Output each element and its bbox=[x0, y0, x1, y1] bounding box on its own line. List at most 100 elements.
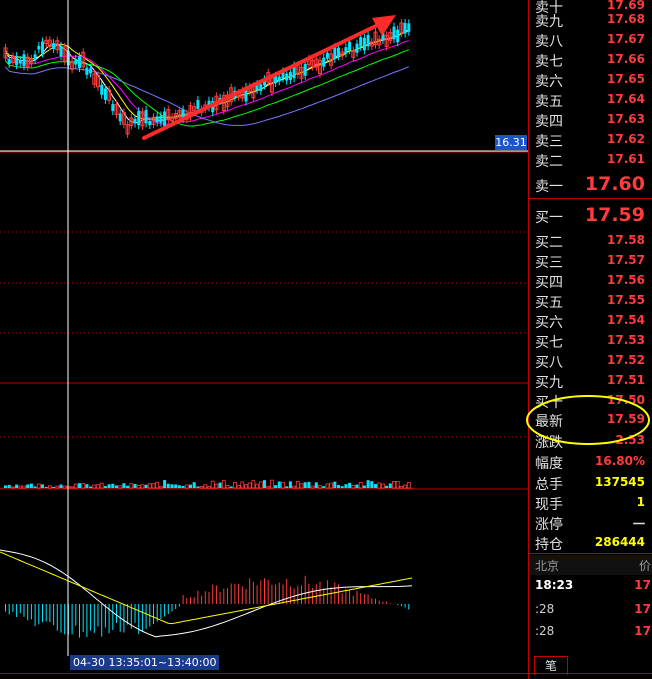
candle-body bbox=[144, 109, 148, 124]
candle-body bbox=[359, 37, 363, 47]
volume-bar bbox=[374, 484, 377, 488]
sell-row[interactable]: 卖二 17.61 bbox=[529, 150, 652, 170]
candle-body bbox=[100, 84, 104, 95]
stat-value: 286444 bbox=[594, 535, 645, 549]
buy-row[interactable]: 买七 17.53 bbox=[529, 331, 652, 351]
buy-row[interactable]: 买三 17.57 bbox=[529, 251, 652, 271]
buy-level-label: 买一 bbox=[535, 210, 563, 226]
volume-bar bbox=[399, 485, 404, 489]
candle-body bbox=[344, 47, 348, 54]
volume-bar bbox=[85, 484, 89, 488]
sell-row[interactable]: 卖八 17.67 bbox=[529, 30, 652, 50]
buy-row[interactable]: 买二 17.58 bbox=[529, 231, 652, 251]
buy-row[interactable]: 买九 17.51 bbox=[529, 371, 652, 391]
stat-change: 涨跌 2.53 bbox=[529, 431, 652, 451]
candle-body bbox=[133, 118, 137, 124]
sell-level-label: 卖八 bbox=[535, 34, 563, 50]
volume-bar bbox=[218, 482, 222, 488]
volume-bar bbox=[340, 486, 344, 488]
candle-body bbox=[22, 54, 26, 67]
candle-body bbox=[333, 47, 337, 59]
buy-row[interactable]: 买五 17.55 bbox=[529, 291, 652, 311]
crosshair-time-label: 04-30 13:35:01~13:40:00 bbox=[70, 655, 220, 670]
candle-body bbox=[7, 59, 11, 65]
candle-body bbox=[362, 37, 366, 51]
volume-bar bbox=[36, 483, 41, 489]
candle-body bbox=[52, 43, 56, 49]
candle-body bbox=[137, 111, 141, 126]
volume-bar bbox=[33, 486, 37, 488]
stat-label: 幅度 bbox=[535, 456, 563, 472]
volume-bar bbox=[199, 485, 204, 489]
kline-chart[interactable] bbox=[0, 0, 528, 679]
buy-row[interactable]: 买四 17.56 bbox=[529, 271, 652, 291]
volume-bar bbox=[15, 484, 19, 488]
volume-bar bbox=[295, 480, 300, 489]
candle-body bbox=[196, 99, 200, 109]
tick-row[interactable]: :28 17 bbox=[529, 622, 652, 642]
volume-bar bbox=[70, 486, 74, 489]
candle-body bbox=[337, 47, 340, 57]
stat-value: 1 bbox=[636, 495, 645, 509]
volume-bar bbox=[4, 485, 7, 488]
sell-row[interactable]: 卖九 17.68 bbox=[529, 10, 652, 30]
volume-bar bbox=[377, 482, 382, 489]
volume-bar bbox=[229, 486, 233, 488]
volume-bar bbox=[147, 483, 152, 489]
volume-bar bbox=[166, 483, 170, 488]
volume-bar bbox=[385, 485, 389, 488]
buy-row[interactable]: 买一 17.59 bbox=[529, 204, 652, 226]
volume-bar bbox=[103, 486, 107, 488]
buy-row[interactable]: 买十 17.50 bbox=[529, 391, 652, 411]
candle-body bbox=[355, 43, 359, 53]
sell-level-label: 卖二 bbox=[535, 154, 563, 170]
stat-latest: 最新 17.59 bbox=[529, 410, 652, 430]
volume-bar bbox=[322, 486, 326, 488]
sell-row[interactable]: 卖四 17.63 bbox=[529, 110, 652, 130]
tick-time: 18:23 bbox=[535, 578, 574, 592]
sell-row[interactable]: 卖三 17.62 bbox=[529, 130, 652, 150]
tick-row[interactable]: :28 17 bbox=[529, 600, 652, 620]
tick-price: 17 bbox=[634, 624, 651, 638]
volume-bar bbox=[318, 485, 322, 489]
volume-bar bbox=[59, 484, 63, 488]
volume-bar bbox=[126, 485, 130, 488]
candle-body bbox=[41, 41, 44, 54]
sell-row[interactable]: 卖一 17.60 bbox=[529, 173, 652, 195]
buy-level-price: 17.51 bbox=[607, 373, 645, 387]
candle-body bbox=[396, 29, 400, 43]
volume-bar bbox=[177, 485, 181, 488]
candle-body bbox=[259, 84, 263, 92]
candle-body bbox=[15, 56, 19, 66]
sell-row[interactable]: 卖六 17.65 bbox=[529, 70, 652, 90]
candle-body bbox=[33, 54, 37, 61]
trend-arrow-annotation bbox=[142, 15, 396, 140]
volume-bar bbox=[258, 481, 263, 489]
volume-bar bbox=[52, 486, 56, 488]
stat-amplitude: 幅度 16.80% bbox=[529, 452, 652, 472]
sell-level-price: 17.61 bbox=[607, 152, 645, 166]
volume-bar bbox=[285, 486, 289, 488]
sell-row[interactable]: 卖七 17.66 bbox=[529, 50, 652, 70]
stat-open-interest: 持仓 286444 bbox=[529, 533, 652, 553]
stat-current-volume: 现手 1 bbox=[529, 493, 652, 513]
candle-body bbox=[74, 59, 78, 65]
volume-bar bbox=[136, 485, 141, 489]
stat-limit-up: 涨停 一 bbox=[529, 513, 652, 533]
volume-bar bbox=[232, 482, 237, 489]
tick-row[interactable]: 18:23 17 bbox=[529, 576, 652, 596]
volume-bar bbox=[362, 485, 366, 488]
volume-bar bbox=[292, 485, 297, 489]
buy-row[interactable]: 买八 17.52 bbox=[529, 351, 652, 371]
volume-bar bbox=[26, 484, 30, 488]
buy-level-price: 17.52 bbox=[607, 353, 645, 367]
buy-row[interactable]: 买六 17.54 bbox=[529, 311, 652, 331]
volume-bar bbox=[329, 482, 334, 489]
buy-level-label: 买二 bbox=[535, 235, 563, 251]
volume-bar bbox=[348, 482, 352, 488]
volume-bar bbox=[358, 481, 363, 489]
buy-level-price: 17.54 bbox=[607, 313, 645, 327]
buy-level-price: 17.56 bbox=[607, 273, 645, 287]
buy-level-label: 买九 bbox=[535, 375, 563, 391]
sell-row[interactable]: 卖五 17.64 bbox=[529, 90, 652, 110]
